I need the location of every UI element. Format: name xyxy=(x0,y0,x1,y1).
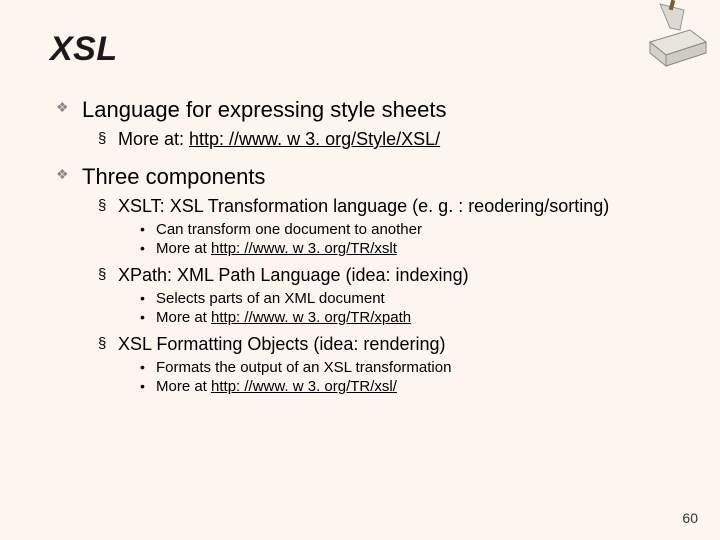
detail-bullet: Can transform one document to another xyxy=(140,221,680,238)
bullet-text: Language for expressing style sheets xyxy=(82,97,446,122)
sub-bullet: XSLT: XSL Transformation language (e. g.… xyxy=(98,196,680,257)
page-number: 60 xyxy=(682,510,698,526)
detail-bullet: More at http: //www. w 3. org/TR/xsl/ xyxy=(140,378,680,395)
sub-text: XSLT: XSL Transformation language (e. g.… xyxy=(118,196,609,216)
bullet-item: Language for expressing style sheets Mor… xyxy=(56,97,680,150)
link-text[interactable]: http: //www. w 3. org/TR/xpath xyxy=(211,309,411,326)
sub-bullet: More at: http: //www. w 3. org/Style/XSL… xyxy=(98,129,680,150)
detail-prefix: More at xyxy=(156,240,211,257)
detail-bullet: Formats the output of an XSL transformat… xyxy=(140,359,680,376)
detail-bullet: More at http: //www. w 3. org/TR/xslt xyxy=(140,240,680,257)
sub-bullet: XSL Formatting Objects (idea: rendering)… xyxy=(98,334,680,395)
link-text[interactable]: http: //www. w 3. org/Style/XSL/ xyxy=(189,129,440,149)
slide-title: XSL xyxy=(50,30,680,69)
detail-text: Selects parts of an XML document xyxy=(156,290,385,307)
bullet-list: Language for expressing style sheets Mor… xyxy=(56,97,680,395)
link-text[interactable]: http: //www. w 3. org/TR/xsl/ xyxy=(211,378,397,395)
trowel-block-icon xyxy=(630,0,710,70)
detail-text: Can transform one document to another xyxy=(156,221,422,238)
detail-prefix: More at xyxy=(156,378,211,395)
bullet-text: Three components xyxy=(82,164,265,189)
sub-prefix: More at: xyxy=(118,129,189,149)
detail-bullet: More at http: //www. w 3. org/TR/xpath xyxy=(140,309,680,326)
sub-text: XSL Formatting Objects (idea: rendering) xyxy=(118,334,445,354)
detail-bullet: Selects parts of an XML document xyxy=(140,290,680,307)
sub-text: XPath: XML Path Language (idea: indexing… xyxy=(118,265,469,285)
bullet-item: Three components XSLT: XSL Transformatio… xyxy=(56,164,680,395)
link-text[interactable]: http: //www. w 3. org/TR/xslt xyxy=(211,240,397,257)
detail-prefix: More at xyxy=(156,309,211,326)
slide: XSL Language for expressing style sheets… xyxy=(0,0,720,540)
sub-bullet: XPath: XML Path Language (idea: indexing… xyxy=(98,265,680,326)
detail-text: Formats the output of an XSL transformat… xyxy=(156,359,451,376)
